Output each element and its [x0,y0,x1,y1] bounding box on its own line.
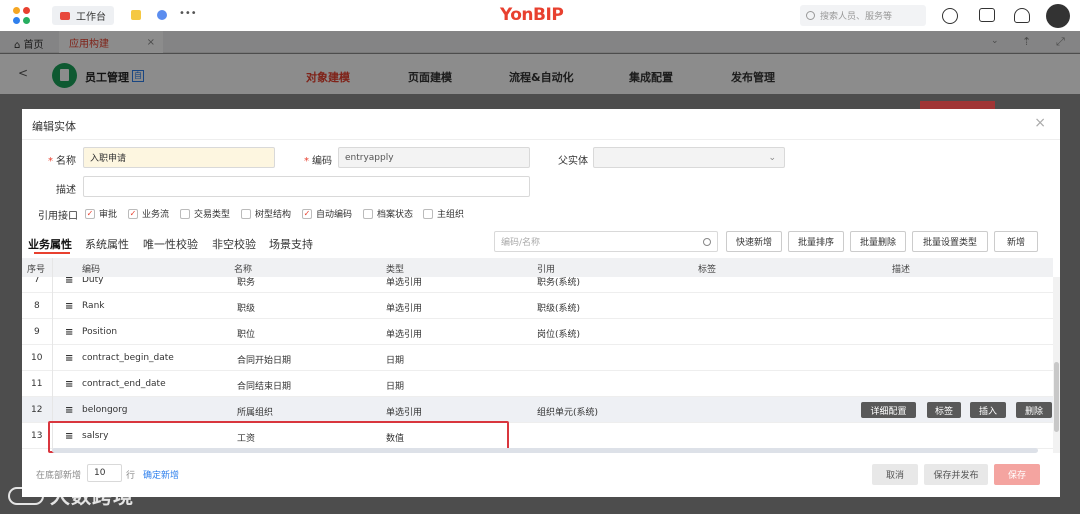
edit-entity-modal: 编辑实体 × * 名称 入职申请 * 编码 entryapply 父实体 ⌄ 描述 … [22,109,1060,497]
checkbox-icon: ✓ [302,208,312,219]
table-row[interactable]: 10 ≡ contract_begin_date 合同开始日期 日期 [22,345,1053,371]
checkbox-icon [241,208,251,219]
note-icon[interactable] [131,10,141,20]
workbench-tab[interactable]: 工作台 [52,6,114,25]
name-input[interactable]: 入职申请 [83,147,275,168]
checkbox-main-org[interactable]: 主组织 [423,207,464,220]
watermark: 大数跨境 [8,480,134,509]
drag-handle-icon[interactable]: ≡ [65,353,73,364]
close-icon[interactable]: × [1034,115,1046,131]
drag-handle-icon[interactable]: ≡ [65,379,73,390]
checkbox-icon: ✓ [128,208,138,219]
tab-sys-props[interactable]: 系统属性 [85,236,129,252]
add-button[interactable]: 新增 [994,231,1038,252]
search-icon [703,237,711,246]
name-label: * 名称 [48,156,76,167]
headset-icon[interactable] [1014,8,1030,23]
code-label: * 编码 [304,156,332,167]
modal-title: 编辑实体 [32,120,76,133]
field-search-input[interactable]: 编码/名称 [494,231,718,252]
code-input[interactable]: entryapply [338,147,530,168]
search-icon [806,11,815,20]
help-icon[interactable] [942,8,958,24]
drag-handle-icon[interactable]: ≡ [65,277,73,286]
tab-biz-props[interactable]: 业务属性 [28,236,72,252]
checkbox-icon [363,208,373,219]
detail-config-button[interactable]: 详细配置 [861,402,916,418]
more-icon[interactable]: ••• [179,8,197,19]
desc-label: 描述 [56,185,76,196]
drag-handle-icon[interactable]: ≡ [65,405,73,416]
confirm-add-link[interactable]: 确定新增 [143,468,179,481]
checkbox-icon [423,208,433,219]
checkbox-bizflow[interactable]: ✓ 业务流 [128,207,169,220]
batch-sort-button[interactable]: 批量排序 [788,231,844,252]
table-row[interactable]: 7 ≡ Duty 职务 单选引用 职务(系统) [22,277,1053,293]
table-row[interactable]: 8 ≡ Rank 职级 单选引用 职级(系统) [22,293,1053,319]
active-tab-indicator [34,252,70,254]
vertical-scrollbar[interactable] [1053,277,1060,453]
save-publish-button[interactable]: 保存并发布 [924,464,988,485]
checkbox-archive[interactable]: 档案状态 [363,207,413,220]
app-grid-icon[interactable] [13,7,31,25]
watermark-logo-icon [8,487,44,505]
checkbox-trans-type[interactable]: 交易类型 [180,207,230,220]
drag-handle-icon[interactable]: ≡ [65,301,73,312]
table-header: 序号 编码 名称 类型 引用 标签 描述 [22,258,1053,277]
table-row-hovered[interactable]: 12 ≡ belongorg 所属组织 单选引用 组织单元(系统) 详细配置 标… [22,397,1053,423]
brand-logo: YonBIP [500,5,564,25]
quick-add-button[interactable]: 快速新增 [726,231,782,252]
divider [22,139,1060,140]
interfaces-label: 引用接口 [38,211,78,222]
checkbox-icon: ✓ [85,208,95,219]
global-search-input[interactable]: 搜索人员、服务等 [800,5,926,26]
tab-nonnull-check[interactable]: 非空校验 [212,236,256,252]
drag-handle-icon[interactable]: ≡ [65,327,73,338]
feather-icon[interactable] [157,10,167,20]
parent-select[interactable]: ⌄ [593,147,785,168]
desc-input[interactable] [83,176,530,197]
table-row[interactable]: 9 ≡ Position 职位 单选引用 岗位(系统) [22,319,1053,345]
table-row[interactable]: 11 ≡ contract_end_date 合同结束日期 日期 [22,371,1053,397]
tab-scene-support[interactable]: 场景支持 [269,236,313,252]
delete-button[interactable]: 删除 [1016,402,1052,418]
batch-delete-button[interactable]: 批量删除 [850,231,906,252]
avatar[interactable] [1046,4,1070,28]
checkbox-approval[interactable]: ✓ 审批 [85,207,117,220]
tab-unique-check[interactable]: 唯一性校验 [143,236,198,252]
message-icon[interactable] [979,8,995,22]
chevron-down-icon: ⌄ [768,152,776,163]
parent-label: 父实体 [558,156,588,167]
batch-set-type-button[interactable]: 批量设置类型 [912,231,988,252]
horizontal-scrollbar[interactable] [52,448,1038,453]
workbench-icon [60,11,70,20]
checkbox-tree[interactable]: 树型结构 [241,207,291,220]
cancel-button[interactable]: 取消 [872,464,918,485]
checkbox-autocode[interactable]: ✓ 自动编码 [302,207,352,220]
save-button[interactable]: 保存 [994,464,1040,485]
insert-button[interactable]: 插入 [970,402,1006,418]
tag-button[interactable]: 标签 [927,402,961,418]
checkbox-icon [180,208,190,219]
